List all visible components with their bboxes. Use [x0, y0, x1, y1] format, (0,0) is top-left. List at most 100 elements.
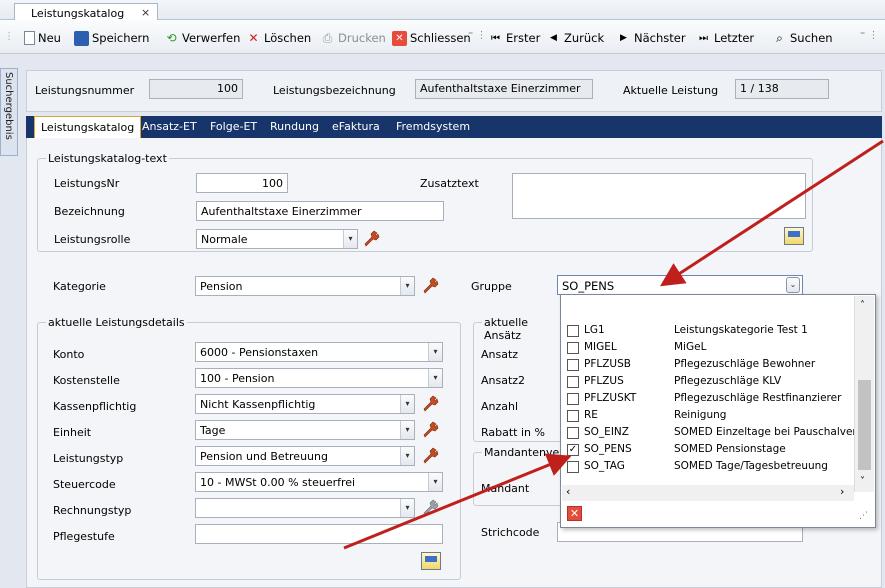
chevron-down-icon[interactable]: ▾ [343, 230, 357, 248]
konto-label: Konto [53, 348, 85, 361]
chevron-down-icon[interactable]: ▾ [428, 369, 442, 387]
steuercode-select[interactable]: 10 - MWSt 0.00 % steuerfrei ▾ [195, 472, 443, 492]
chevron-down-icon[interactable]: ▾ [400, 395, 414, 413]
popup-horizontal-scrollbar[interactable]: ‹ › [562, 485, 854, 501]
scroll-down-icon[interactable]: ˅ [860, 476, 865, 487]
next-button[interactable]: ▶ Nächster [616, 29, 686, 47]
last-button[interactable]: ⏭ Letzter [696, 29, 754, 47]
save-button[interactable]: Speichern [74, 29, 149, 47]
role-select[interactable]: Normale ▾ [196, 229, 358, 249]
checkbox[interactable] [567, 325, 579, 337]
chevron-down-icon[interactable]: ⌄ [786, 277, 800, 293]
list-item[interactable]: PFLZUSKT Pflegezuschläge Restfinanzierer [567, 391, 852, 407]
einheit-value: Tage [200, 424, 226, 437]
pflegestufe-input[interactable] [195, 524, 443, 544]
checkbox[interactable] [567, 376, 579, 388]
kostenstelle-select[interactable]: 100 - Pension ▾ [195, 368, 443, 388]
extra-textarea[interactable] [512, 173, 806, 219]
toolbar-overflow[interactable]: ⁼ ⋮ [468, 30, 486, 41]
toolbar-grip[interactable]: ⋮ [4, 31, 14, 42]
chevron-down-icon[interactable]: ▾ [400, 499, 414, 517]
desc-input[interactable]: Aufenthaltstaxe Einerzimmer [196, 201, 444, 221]
einheit-select[interactable]: Tage ▾ [195, 420, 415, 440]
wrench-icon[interactable] [421, 394, 439, 412]
close-button[interactable]: ✕ Schliessen [392, 29, 471, 47]
leistungstyp-select[interactable]: Pension und Betreuung ▾ [195, 446, 415, 466]
konto-value: 6000 - Pensionstaxen [200, 346, 319, 359]
steuercode-value: 10 - MWSt 0.00 % steuerfrei [200, 476, 356, 489]
chevron-down-icon[interactable]: ▾ [400, 421, 414, 439]
item-description: Leistungskategorie Test 1 [674, 324, 808, 336]
konto-select[interactable]: 6000 - Pensionstaxen ▾ [195, 342, 443, 362]
checkbox[interactable] [567, 461, 579, 473]
last-icon: ⏭ [699, 32, 708, 44]
next-label: Nächster [634, 31, 686, 45]
chevron-down-icon[interactable]: ▾ [428, 473, 442, 491]
chevron-down-icon[interactable]: ▾ [400, 447, 414, 465]
checkbox[interactable] [567, 427, 579, 439]
wrench-icon[interactable] [421, 498, 439, 516]
checkbox[interactable] [567, 342, 579, 354]
kostenstelle-value: 100 - Pension [200, 372, 275, 385]
item-description: SOMED Einzeltage bei Pauschalverr. [674, 426, 864, 438]
list-item[interactable]: PFLZUS Pflegezuschläge KLV [567, 374, 852, 390]
delete-button[interactable]: ✕ Löschen [246, 29, 311, 47]
chevron-down-icon[interactable]: ▾ [400, 277, 414, 295]
item-description: Pflegezuschläge Restfinanzierer [674, 392, 842, 404]
discard-button[interactable]: ⟲ Verwerfen [164, 29, 240, 47]
chevron-down-icon[interactable]: ▾ [428, 343, 442, 361]
popup-vertical-scrollbar[interactable]: ˄ ˅ [854, 296, 874, 492]
list-item[interactable]: SO_EINZ SOMED Einzeltage bei Pauschalverr… [567, 425, 863, 441]
toolbar-overflow-end[interactable]: ⁼ ⋮ [860, 30, 878, 41]
tab-ansatz-et[interactable]: Ansatz-ET [142, 120, 197, 133]
category-select[interactable]: Pension ▾ [195, 276, 415, 296]
rechnungstyp-select[interactable]: ▾ [195, 498, 415, 518]
nr-input[interactable]: 100 [196, 173, 288, 193]
item-code: SO_EINZ [584, 426, 629, 438]
category-label: Kategorie [53, 280, 106, 293]
tab-folge-et[interactable]: Folge-ET [210, 120, 257, 133]
back-button[interactable]: ◀ Zurück [546, 29, 604, 47]
new-icon [24, 31, 35, 45]
first-button[interactable]: ⏮ Erster [488, 29, 540, 47]
group-dropdown-popup: LG1 Leistungskategorie Test 1 MIGEL MiGeL PF… [560, 294, 876, 528]
list-item[interactable]: LG1 Leistungskategorie Test 1 [567, 323, 852, 339]
item-description: Pflegezuschläge Bewohner [674, 358, 816, 370]
list-item[interactable]: SO_TAG SOMED Tage/Tagesbetreuung [567, 459, 852, 475]
wrench-icon[interactable] [421, 276, 439, 294]
tab-efaktura[interactable]: eFaktura [332, 120, 380, 133]
scroll-left-icon[interactable]: ‹ [566, 485, 570, 498]
calendar-icon[interactable] [784, 227, 804, 245]
kassenpflichtig-select[interactable]: Nicht Kassenpflichtig ▾ [195, 394, 415, 414]
record-header: Leistungsnummer 100 Leistungsbezeichnung… [26, 70, 882, 112]
tab-fremdsystem[interactable]: Fremdsystem [396, 120, 470, 133]
search-results-panel[interactable]: Suchergebnis [0, 68, 18, 156]
group-select[interactable]: SO_PENS ⌄ [557, 275, 803, 295]
list-item[interactable]: PFLZUSB Pflegezuschläge Bewohner [567, 357, 852, 373]
new-button[interactable]: Neu [24, 29, 61, 47]
checkbox[interactable] [567, 359, 579, 371]
tab-leistungskatalog-main[interactable]: Leistungskatalog [34, 116, 142, 138]
tab-rundung[interactable]: Rundung [270, 120, 319, 133]
close-icon[interactable]: × [141, 6, 150, 19]
scroll-right-icon[interactable]: › [840, 485, 844, 498]
checkbox[interactable] [567, 410, 579, 422]
list-item[interactable]: MIGEL MiGeL [567, 340, 852, 356]
wrench-icon[interactable] [421, 446, 439, 464]
print-button[interactable]: ⎙ Drucken [320, 29, 386, 47]
resize-grip-icon[interactable]: ⋰ [859, 511, 868, 521]
list-item[interactable]: RE Reinigung [567, 408, 852, 424]
tab-leistungskatalog[interactable]: Leistungskatalog × [14, 3, 158, 21]
scroll-up-icon[interactable]: ˄ [860, 300, 865, 311]
list-item[interactable]: ✓ SO_PENS SOMED Pensionstage [567, 442, 852, 458]
number-label: Leistungsnummer [35, 84, 135, 97]
checkbox[interactable] [567, 393, 579, 405]
calendar-icon[interactable] [421, 552, 441, 570]
popup-close-icon[interactable]: ✕ [567, 506, 582, 521]
popup-scroll-thumb[interactable] [858, 380, 871, 470]
wrench-icon[interactable] [362, 229, 380, 247]
ansatz-label: Ansatz [481, 348, 519, 361]
search-button[interactable]: ⌕ Suchen [772, 29, 832, 47]
wrench-icon[interactable] [421, 420, 439, 438]
checkbox[interactable]: ✓ [567, 444, 579, 456]
